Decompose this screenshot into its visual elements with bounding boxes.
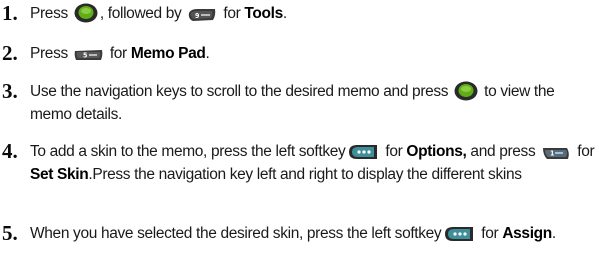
step-text-segment: Press (30, 45, 68, 62)
step-text: Press 5 for Memo Pad. (30, 40, 595, 65)
step-text-segment: for (109, 45, 127, 62)
step-text-segment: When you have selected the desired skin,… (30, 225, 442, 242)
9-wxyz-key-icon: 9 (187, 7, 217, 23)
menu-name-options: Options, (406, 143, 467, 160)
step-number: 1. (2, 1, 18, 25)
step-number: 4. (2, 139, 18, 163)
step-text: Press , followed by 9 for Tools. (30, 0, 595, 25)
step-text-segment: Use the navigation keys to scroll to the… (30, 83, 449, 100)
step-text-segment: To add a skin to the memo, press the lef… (30, 143, 346, 160)
step-text-segment: for (385, 143, 403, 160)
step-text-segment: . (551, 225, 556, 242)
step-number: 5. (2, 221, 18, 245)
menu-name-tools: Tools (244, 5, 283, 22)
svg-text:9: 9 (195, 12, 199, 20)
step-text-segment: for (223, 5, 241, 22)
1-key-icon: 1 (541, 145, 571, 161)
step-text: To add a skin to the memo, press the lef… (30, 138, 595, 186)
step-text: When you have selected the desired skin,… (30, 220, 595, 245)
step-text-segment: for (577, 143, 595, 160)
step-text-segment: and press (470, 143, 536, 160)
step-text-segment: . (282, 5, 287, 22)
menu-name-memo-pad: Memo Pad (130, 45, 206, 62)
step-number: 3. (2, 79, 18, 103)
svg-text:1: 1 (550, 150, 554, 158)
step-text-segment: for (481, 225, 499, 242)
step-text-segment: Press (30, 5, 68, 22)
step-text-segment: . (205, 45, 210, 62)
ok-menu-key-icon (74, 3, 98, 23)
left-softkey-icon (347, 143, 379, 161)
step-text-segment: .Press the navigation key left and right… (88, 166, 522, 183)
5-jkl-key-icon: 5 (74, 47, 104, 63)
step-text-segment: , followed by (99, 5, 182, 22)
step-text: Use the navigation keys to scroll to the… (30, 78, 595, 126)
menu-name-assign: Assign (502, 225, 552, 242)
svg-text:5: 5 (83, 52, 87, 60)
step-number: 2. (2, 41, 18, 65)
menu-name-set-skin: Set Skin (30, 166, 89, 183)
ok-menu-key-icon (454, 81, 478, 101)
left-softkey-icon (443, 225, 475, 243)
